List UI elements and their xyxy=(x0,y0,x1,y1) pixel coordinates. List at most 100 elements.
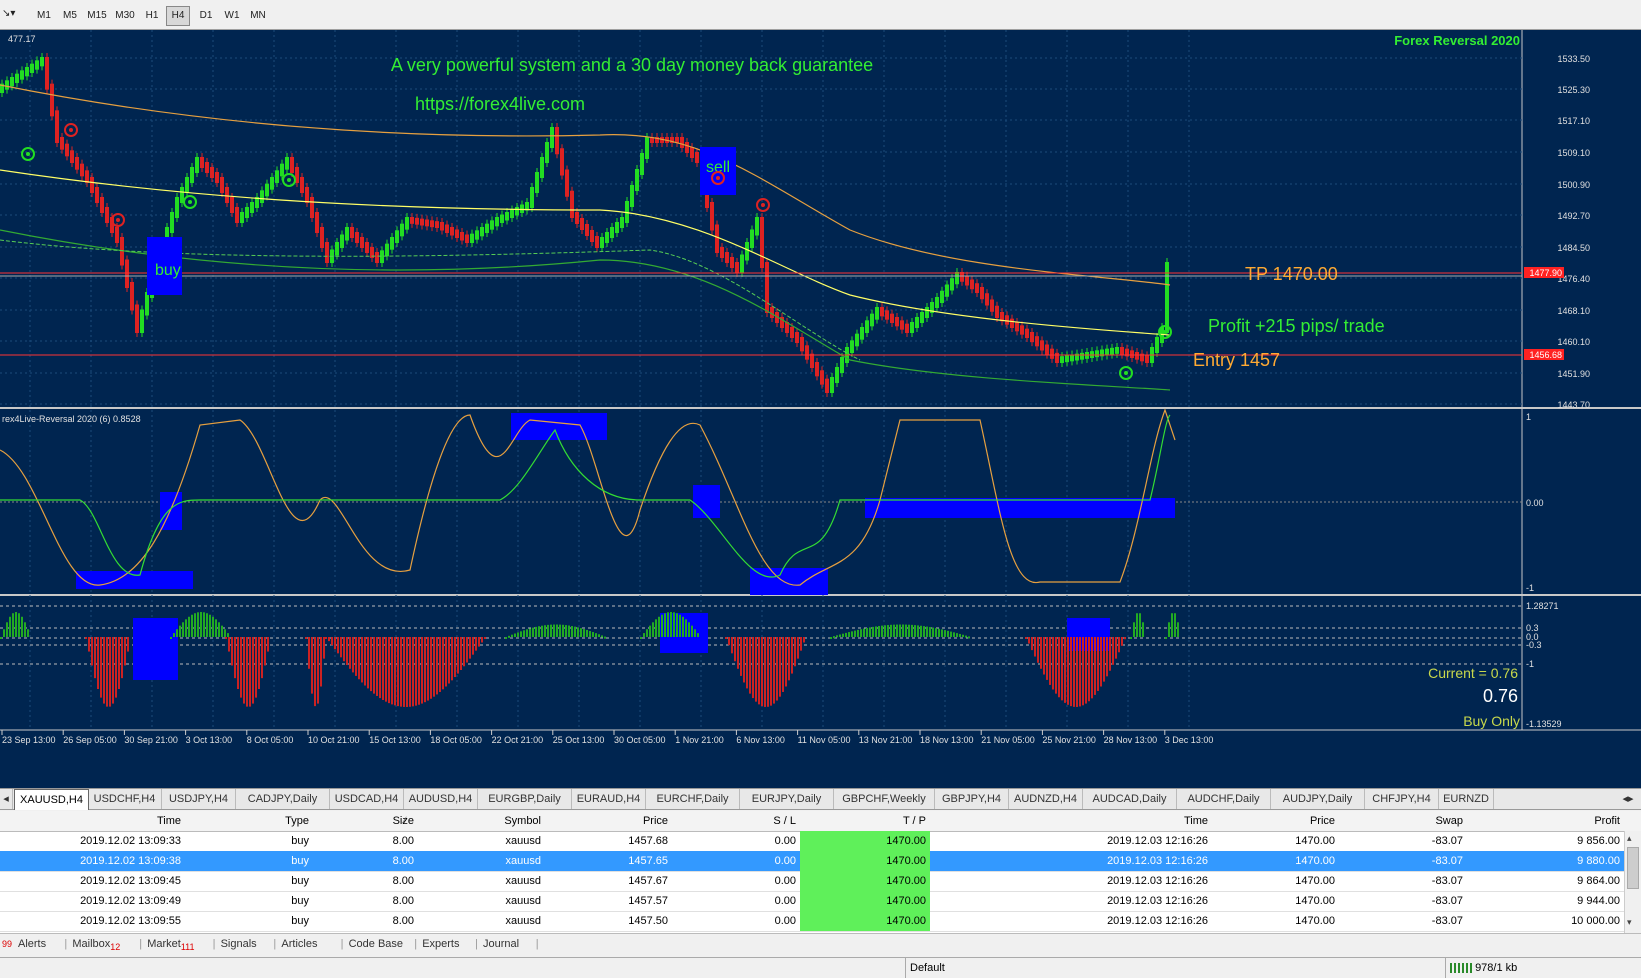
terminal-tab-articles[interactable]: Articles xyxy=(281,934,317,954)
terminal-tab-market[interactable]: Market111 xyxy=(147,934,194,957)
column-header[interactable]: Time xyxy=(0,811,185,831)
symbol-tab[interactable]: GBPJPY,H4 xyxy=(935,789,1009,809)
symbol-tab[interactable]: CHFJPY,H4 xyxy=(1365,789,1439,809)
symbol-tab[interactable]: AUDNZD,H4 xyxy=(1009,789,1083,809)
price-axis-label: 1468.10 xyxy=(1557,306,1590,316)
histogram-bar xyxy=(91,637,93,666)
table-row[interactable]: 2019.12.02 13:09:55 buy 8.00 xauusd 1457.50 0… xyxy=(0,911,1624,932)
histogram-bar xyxy=(845,632,847,637)
candle xyxy=(890,313,894,323)
symbol-tab[interactable]: USDCAD,H4 xyxy=(330,789,404,809)
symbol-tab[interactable]: EURCHF,Daily xyxy=(646,789,740,809)
table-row[interactable]: 2019.12.02 13:09:45 buy 8.00 xauusd 1457.67 0… xyxy=(0,871,1624,892)
signal-mode-label: Buy Only xyxy=(1463,713,1520,729)
timeframe-m5-button[interactable]: M5 xyxy=(58,6,82,26)
candle xyxy=(1010,318,1014,328)
histogram-bar xyxy=(27,629,29,637)
column-header[interactable]: Price xyxy=(1212,811,1339,831)
column-header[interactable]: Size xyxy=(313,811,418,831)
histogram-bar xyxy=(773,637,775,704)
symbol-tab[interactable]: EURJPY,Daily xyxy=(740,789,834,809)
symbol-tab[interactable]: USDJPY,H4 xyxy=(162,789,236,809)
histogram-bar xyxy=(481,637,483,643)
terminal-tab-signals[interactable]: Signals xyxy=(221,934,257,954)
timeframe-mn-button[interactable]: MN xyxy=(246,6,270,26)
histogram-bar xyxy=(415,637,417,706)
column-header[interactable]: Swap xyxy=(1339,811,1467,831)
symbol-tab[interactable]: USDCHF,H4 xyxy=(88,789,162,809)
timeframe-h4-button[interactable]: H4 xyxy=(166,6,190,26)
symbol-tab[interactable]: GBPCHF,Weekly xyxy=(834,789,935,809)
table-row[interactable]: 2019.12.02 13:09:49 buy 8.00 xauusd 1457.57 0… xyxy=(0,891,1624,912)
candle xyxy=(690,147,694,158)
histogram-bar xyxy=(225,637,227,639)
column-header[interactable]: Symbol xyxy=(418,811,545,831)
date-axis-label: 26 Sep 05:00 xyxy=(63,735,117,745)
histogram-bar xyxy=(965,635,967,638)
terminal-tab-label: Signals xyxy=(220,938,257,950)
histogram-bar xyxy=(538,626,540,637)
timeframe-h1-button[interactable]: H1 xyxy=(140,6,164,26)
terminal-tab-code-base[interactable]: Code Base xyxy=(349,934,403,954)
histogram-bar xyxy=(556,624,558,637)
timeframe-m15-button[interactable]: M15 xyxy=(85,6,109,26)
histogram-bar xyxy=(445,637,447,687)
candle xyxy=(1035,336,1039,347)
trade-history-table: Time Type Size Symbol Price S / LT / P Time Pri… xyxy=(0,811,1641,933)
timeframe-m30-button[interactable]: M30 xyxy=(113,6,137,26)
timeframe-d1-button[interactable]: D1 xyxy=(194,6,218,26)
terminal-tab-alerts[interactable]: Alerts xyxy=(18,934,46,954)
symbol-tab[interactable]: EURNZD xyxy=(1439,789,1494,809)
column-header[interactable]: Type xyxy=(185,811,313,831)
candle xyxy=(20,70,24,80)
histogram-bar xyxy=(406,637,408,707)
histogram-bar xyxy=(448,637,450,684)
column-header[interactable]: Time xyxy=(930,811,1212,831)
scroll-down-icon[interactable]: ▾ xyxy=(1627,917,1632,928)
symbol-tab[interactable]: AUDJPY,Daily xyxy=(1271,789,1365,809)
histogram-bar xyxy=(15,612,17,637)
symbol-tab[interactable]: AUDCAD,Daily xyxy=(1083,789,1177,809)
table-cell: -83.07 xyxy=(1431,835,1463,847)
symbol-tab[interactable]: EURAUD,H4 xyxy=(572,789,646,809)
candle xyxy=(125,259,129,288)
price-chart[interactable]: 1533.50 1525.30 1517.10 1509.10 1500.90 1492.… xyxy=(0,30,1641,790)
headline-text: A very powerful system and a 30 day mone… xyxy=(391,55,873,75)
chart-canvas[interactable]: 1533.50 1525.30 1517.10 1509.10 1500.90 1492.… xyxy=(0,30,1641,790)
entry-price-tag-text: 1456.68 xyxy=(1529,350,1562,360)
column-header[interactable]: Price xyxy=(545,811,672,831)
timeframe-w1-button[interactable]: W1 xyxy=(220,6,244,26)
symbol-tab[interactable]: AUDUSD,H4 xyxy=(404,789,478,809)
candle xyxy=(1020,325,1024,335)
histogram-bar xyxy=(682,616,684,637)
terminal-tab-journal[interactable]: Journal xyxy=(483,934,519,954)
candle xyxy=(880,307,884,317)
histogram-bar xyxy=(1139,613,1141,637)
chart-tools-icon[interactable]: ↘▾ xyxy=(2,8,15,19)
symbol-tab[interactable]: EURGBP,Daily xyxy=(478,789,572,809)
column-header[interactable]: S / L xyxy=(672,811,800,831)
table-scrollbar[interactable]: ▴ ▾ xyxy=(1624,831,1641,933)
table-row[interactable]: 2019.12.02 13:09:33 buy 8.00 xauusd 1457.68 0… xyxy=(0,831,1624,852)
candle xyxy=(115,227,119,243)
histogram-bar xyxy=(1124,637,1126,640)
tab-scroll-left[interactable]: ◂ xyxy=(0,789,13,809)
scroll-up-icon[interactable]: ▴ xyxy=(1627,833,1632,844)
candle xyxy=(575,212,579,224)
table-cell: 9 944.00 xyxy=(1577,895,1620,907)
terminal-tab-experts[interactable]: Experts xyxy=(422,934,459,954)
table-row[interactable]: 2019.12.02 13:09:38 buy 8.00 xauusd 1457.65 0… xyxy=(0,851,1624,872)
terminal-tab-label: Journal xyxy=(483,938,520,950)
tab-scroll-arrows[interactable]: ◂▸ xyxy=(1616,789,1640,809)
symbol-tab[interactable]: CADJPY,Daily xyxy=(236,789,330,809)
timeframe-m1-button[interactable]: M1 xyxy=(32,6,56,26)
symbol-tab[interactable]: XAUUSD,H4 xyxy=(14,789,89,810)
scroll-thumb[interactable] xyxy=(1627,847,1639,889)
indicator1-signal-box xyxy=(865,498,1175,518)
column-header[interactable]: Profit xyxy=(1467,811,1624,831)
terminal-tab-mailbox[interactable]: Mailbox12 xyxy=(72,934,120,957)
terminal-tab-label: Experts xyxy=(422,938,460,950)
symbol-tab[interactable]: AUDCHF,Daily xyxy=(1177,789,1271,809)
histogram-bar xyxy=(200,612,202,637)
column-header[interactable]: T / P xyxy=(800,811,930,831)
